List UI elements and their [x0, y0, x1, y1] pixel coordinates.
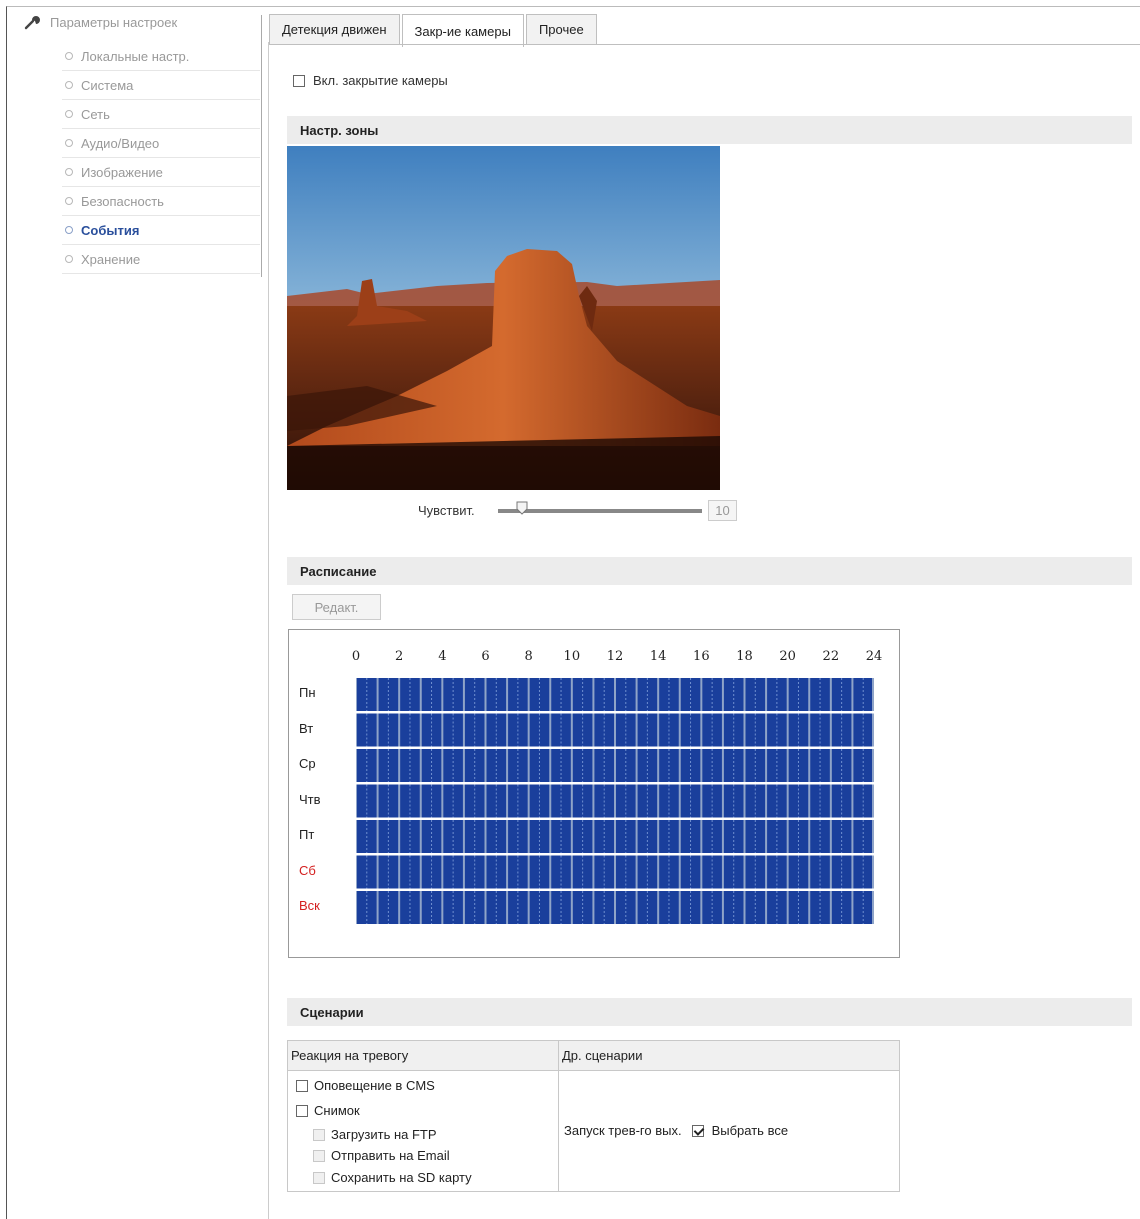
sidebar-item-label: События: [81, 222, 140, 238]
hour-label: 14: [649, 649, 667, 664]
schedule-section-header: Расписание: [287, 557, 1132, 585]
bullet-icon: [65, 197, 73, 205]
day-label: Пн: [299, 685, 316, 700]
hour-label: 10: [563, 649, 581, 664]
sidebar-item-label: Безопасность: [81, 193, 164, 209]
schedule-grid[interactable]: [356, 677, 874, 931]
scenarios-section-header: Сценарии: [287, 998, 1132, 1026]
sidebar-item-system[interactable]: Система: [62, 71, 260, 100]
sidebar-divider: [261, 15, 262, 277]
tab-underline: [269, 44, 1140, 45]
sidebar-item-label: Локальные настр.: [81, 48, 190, 64]
bullet-icon: [65, 168, 73, 176]
sidebar-item-events[interactable]: События: [62, 216, 260, 245]
hour-label: 12: [606, 649, 624, 664]
scenarios-table: Реакция на тревогу Др. сценарии Оповещен…: [287, 1040, 900, 1192]
edit-schedule-button[interactable]: Редакт.: [292, 594, 381, 620]
sidebar-item-local[interactable]: Локальные настр.: [62, 42, 260, 71]
snapshot-checkbox[interactable]: [296, 1104, 308, 1117]
day-label: Чтв: [299, 791, 321, 807]
tab-motion-detection[interactable]: Детекция движен: [269, 14, 400, 44]
option-save-sd: Сохранить на SD карту: [313, 1170, 472, 1185]
sensitivity-slider-thumb[interactable]: [516, 501, 528, 515]
enable-tamper-label: Вкл. закрытие камеры: [313, 73, 448, 88]
option-upload-ftp: Загрузить на FTP: [313, 1127, 437, 1142]
trigger-output-label: Запуск трев-го вых.: [564, 1123, 682, 1138]
upload-ftp-checkbox[interactable]: [313, 1128, 325, 1141]
tab-bar: Детекция движен Закр-ие камеры Прочее: [269, 14, 599, 47]
sidebar-title-label: Параметры настроек: [50, 14, 178, 30]
wrench-icon: [24, 16, 40, 30]
column-divider: [558, 1041, 559, 1191]
trigger-output-row: Запуск трев-го вых. Выбрать все: [564, 1123, 788, 1138]
sidebar-item-image[interactable]: Изображение: [62, 158, 260, 187]
save-sd-label: Сохранить на SD карту: [331, 1170, 472, 1185]
sidebar-item-label: Аудио/Видео: [81, 135, 160, 151]
sidebar-item-label: Сеть: [81, 106, 110, 122]
notify-cms-checkbox[interactable]: [296, 1079, 308, 1092]
day-label: Вск: [299, 898, 320, 913]
other-scenarios-header: Др. сценарии: [562, 1048, 643, 1063]
sidebar-item-audio-video[interactable]: Аудио/Видео: [62, 129, 260, 158]
bullet-icon: [65, 226, 73, 234]
tab-camera-tamper[interactable]: Закр-ие камеры: [401, 14, 524, 47]
hour-label: 20: [779, 649, 796, 664]
sidebar-item-storage[interactable]: Хранение: [62, 245, 260, 274]
save-sd-checkbox[interactable]: [313, 1171, 325, 1184]
sidebar-item-network[interactable]: Сеть: [62, 100, 260, 129]
enable-tamper-checkbox[interactable]: [293, 74, 305, 87]
bullet-icon: [65, 255, 73, 263]
hour-label: 8: [524, 649, 533, 664]
sensitivity-label: Чувствит.: [418, 503, 475, 518]
hour-label: 6: [481, 649, 490, 664]
sidebar-item-label: Система: [81, 77, 134, 93]
option-notify-cms: Оповещение в CMS: [296, 1078, 435, 1093]
day-label: Сб: [299, 862, 316, 878]
sensitivity-value[interactable]: 10: [708, 500, 737, 521]
option-send-email: Отправить на Email: [313, 1148, 450, 1163]
alarm-reaction-header: Реакция на тревогу: [291, 1048, 409, 1063]
sidebar-menu: Локальные настр. Система Сеть Аудио/Виде…: [62, 42, 260, 274]
zone-section-header: Настр. зоны: [287, 116, 1132, 144]
sidebar-item-label: Хранение: [81, 251, 141, 267]
hour-label: 4: [438, 649, 447, 664]
sidebar-item-security[interactable]: Безопасность: [62, 187, 260, 216]
hour-label: 2: [395, 649, 404, 664]
hour-label: 18: [736, 649, 753, 664]
hour-label: 16: [693, 649, 710, 664]
camera-preview[interactable]: [287, 146, 720, 490]
enable-tamper-row: Вкл. закрытие камеры: [293, 73, 448, 88]
sidebar-title: Параметры настроек: [24, 13, 177, 31]
sensitivity-slider-track[interactable]: [498, 509, 702, 513]
sidebar-item-label: Изображение: [81, 164, 163, 180]
notify-cms-label: Оповещение в CMS: [314, 1078, 435, 1093]
day-label: Вт: [299, 720, 314, 736]
hour-label: 22: [822, 649, 840, 664]
select-all-label: Выбрать все: [711, 1123, 789, 1138]
send-email-label: Отправить на Email: [331, 1148, 450, 1163]
upload-ftp-label: Загрузить на FTP: [331, 1127, 437, 1142]
select-all-checkbox[interactable]: [691, 1124, 704, 1137]
option-snapshot: Снимок: [296, 1103, 360, 1118]
hour-label: 24: [865, 649, 883, 664]
bullet-icon: [65, 139, 73, 147]
send-email-checkbox[interactable]: [313, 1149, 325, 1162]
day-label: Ср: [299, 756, 316, 771]
tab-other[interactable]: Прочее: [525, 14, 597, 44]
bullet-icon: [65, 52, 73, 60]
day-label: Пт: [299, 827, 315, 842]
snapshot-label: Снимок: [314, 1103, 360, 1118]
hour-label: 0: [351, 649, 361, 664]
bullet-icon: [65, 81, 73, 89]
main-border: [268, 42, 269, 1219]
bullet-icon: [65, 110, 73, 118]
